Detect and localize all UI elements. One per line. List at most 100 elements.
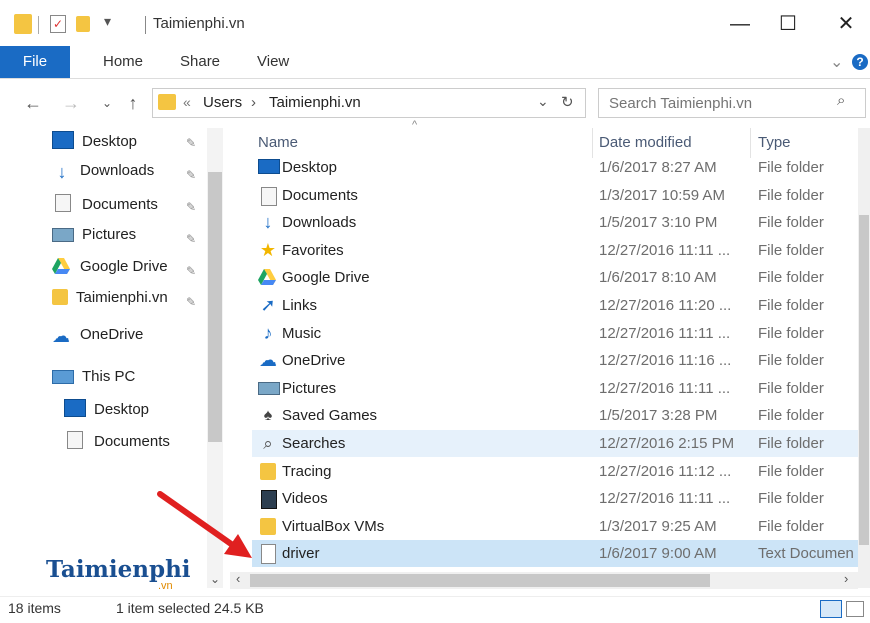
scroll-right-icon[interactable]: › (844, 571, 848, 586)
scroll-down-icon[interactable]: ⌄ (210, 572, 220, 586)
minimize-button[interactable]: — (716, 8, 764, 40)
nav-item-desktop[interactable]: Desktop (52, 131, 137, 150)
maximize-button[interactable]: ☐ (764, 8, 812, 40)
nav-item-taimienphi[interactable]: Taimienphi.vn (52, 289, 168, 306)
nav-item-this-pc[interactable]: This PC (52, 368, 135, 385)
search-box[interactable]: ⌕ (598, 88, 866, 118)
file-date: 1/3/2017 10:59 AM (599, 186, 725, 204)
tab-share[interactable]: Share (180, 46, 220, 78)
nav-item-google-drive[interactable]: Google Drive (52, 258, 168, 275)
file-row[interactable]: ↓ Downloads 1/5/2017 3:10 PM File folder (252, 209, 858, 236)
text-file-icon (261, 544, 276, 565)
breadcrumb-taimienphi[interactable]: Taimienphi.vn (269, 94, 361, 111)
nav-scroll-thumb[interactable] (208, 172, 222, 442)
back-arrow-icon[interactable]: ← (22, 92, 44, 114)
file-name: Pictures (282, 379, 337, 397)
file-row[interactable]: driver 1/6/2017 9:00 AM Text Documen (252, 540, 858, 568)
file-name: Videos (282, 490, 328, 508)
breadcrumb-separator-icon[interactable]: › (251, 94, 256, 111)
file-date: 12/27/2016 11:11 ... (599, 490, 731, 508)
file-list-vscroll-thumb[interactable] (859, 215, 869, 545)
file-row[interactable]: ♪ Music 12/27/2016 11:11 ... File folder (252, 320, 858, 347)
file-row[interactable]: ➚ Links 12/27/2016 11:20 ... File folder (252, 292, 858, 319)
file-name: Saved Games (282, 407, 378, 425)
new-folder-icon[interactable] (76, 16, 90, 32)
file-date: 12/27/2016 11:16 ... (599, 352, 732, 370)
desktop-icon (52, 131, 74, 149)
overflow-chevron-icon[interactable]: « (183, 94, 191, 110)
folder-icon (260, 517, 276, 535)
search-input[interactable] (607, 93, 831, 113)
desktop-icon (64, 399, 86, 417)
videos-icon (261, 490, 277, 510)
favorites-icon: ★ (259, 239, 277, 260)
computer-icon (52, 370, 74, 384)
file-row[interactable]: Google Drive 1/6/2017 8:10 AM File folder (252, 264, 858, 291)
file-type: File folder (758, 269, 824, 287)
file-row[interactable]: ☁ OneDrive 12/27/2016 11:16 ... File folder (252, 347, 858, 374)
nav-item-pc-documents[interactable]: Documents (64, 431, 170, 450)
file-date: 12/27/2016 2:15 PM (599, 435, 735, 452)
file-date: 12/27/2016 11:11 ... (599, 379, 731, 397)
file-type: File folder (758, 186, 824, 204)
column-header-date[interactable]: Date modified (599, 132, 692, 154)
column-header-type[interactable]: Type (758, 132, 791, 154)
scroll-left-icon[interactable]: ‹ (236, 571, 240, 586)
google-drive-icon (258, 269, 278, 286)
nav-label: Taimienphi.vn (76, 289, 168, 306)
file-type: File folder (758, 435, 824, 452)
recent-locations-icon[interactable]: ⌄ (96, 92, 118, 114)
nav-label: Desktop (94, 401, 150, 418)
file-row[interactable]: Documents 1/3/2017 10:59 AM File folder (252, 182, 858, 209)
file-name: Music (282, 324, 322, 342)
file-row[interactable]: ★ Favorites 12/27/2016 11:11 ... File folde… (252, 237, 858, 264)
properties-icon[interactable]: ✓ (50, 15, 66, 33)
pictures-icon (52, 228, 74, 242)
address-dropdown-icon[interactable]: ⌄ (537, 93, 549, 110)
large-icons-view-icon[interactable] (846, 601, 864, 617)
forward-arrow-icon[interactable]: → (60, 92, 82, 114)
help-icon[interactable]: ? (852, 54, 868, 70)
nav-item-downloads[interactable]: ↓ Downloads (52, 162, 155, 182)
up-arrow-icon[interactable]: ↑ (122, 92, 144, 114)
file-row[interactable]: VirtualBox VMs 1/3/2017 9:25 AM File folde… (252, 513, 858, 540)
file-row[interactable]: Pictures 12/27/2016 11:11 ... File folder (252, 375, 858, 402)
file-type: File folder (758, 407, 824, 425)
music-icon: ♪ (263, 322, 273, 343)
tab-home[interactable]: Home (103, 46, 143, 78)
address-bar[interactable]: « Users › Taimienphi.vn ⌄ ↻ (152, 88, 586, 118)
file-row[interactable]: ♠ Saved Games 1/5/2017 3:28 PM File folder (252, 402, 858, 429)
onedrive-icon: ☁ (52, 326, 70, 346)
tab-view[interactable]: View (257, 46, 289, 78)
expand-ribbon-icon[interactable]: ⌄ (830, 52, 843, 72)
selection-info: 1 item selected 24.5 KB (116, 600, 264, 616)
nav-label: Documents (94, 433, 170, 450)
file-type: File folder (758, 324, 824, 342)
file-name: Searches (282, 435, 346, 452)
file-row[interactable]: ⌕ Searches 12/27/2016 2:15 PM File folder (252, 430, 858, 457)
details-view-icon[interactable] (820, 600, 842, 618)
file-row[interactable]: Videos 12/27/2016 11:11 ... File folder (252, 485, 858, 512)
file-type: File folder (758, 214, 824, 232)
search-icon[interactable]: ⌕ (837, 92, 845, 109)
column-header-name[interactable]: Name (258, 132, 298, 154)
file-row[interactable]: Tracing 12/27/2016 11:12 ... File folder (252, 458, 858, 485)
nav-item-pictures[interactable]: Pictures (52, 226, 136, 243)
file-row[interactable]: Desktop 1/6/2017 8:27 AM File folder (252, 154, 858, 181)
watermark-suffix: .vn (158, 580, 173, 592)
nav-item-documents[interactable]: Documents (52, 194, 158, 213)
refresh-icon[interactable]: ↻ (561, 93, 574, 111)
nav-item-onedrive[interactable]: ☁ OneDrive (52, 326, 143, 346)
close-button[interactable]: ✕ (822, 8, 870, 40)
file-name: OneDrive (282, 352, 346, 370)
breadcrumb-users[interactable]: Users (203, 94, 242, 111)
tab-file[interactable]: File (0, 46, 70, 78)
file-date: 1/5/2017 3:28 PM (599, 407, 718, 425)
nav-item-pc-desktop[interactable]: Desktop (64, 399, 149, 418)
file-name: Links (282, 297, 318, 314)
file-date: 12/27/2016 11:20 ... (599, 297, 732, 314)
folder-icon (52, 289, 68, 305)
file-list-hscroll-thumb[interactable] (250, 574, 710, 587)
customize-toolbar-icon[interactable]: ▾ (104, 13, 111, 30)
nav-label: Pictures (82, 226, 137, 243)
